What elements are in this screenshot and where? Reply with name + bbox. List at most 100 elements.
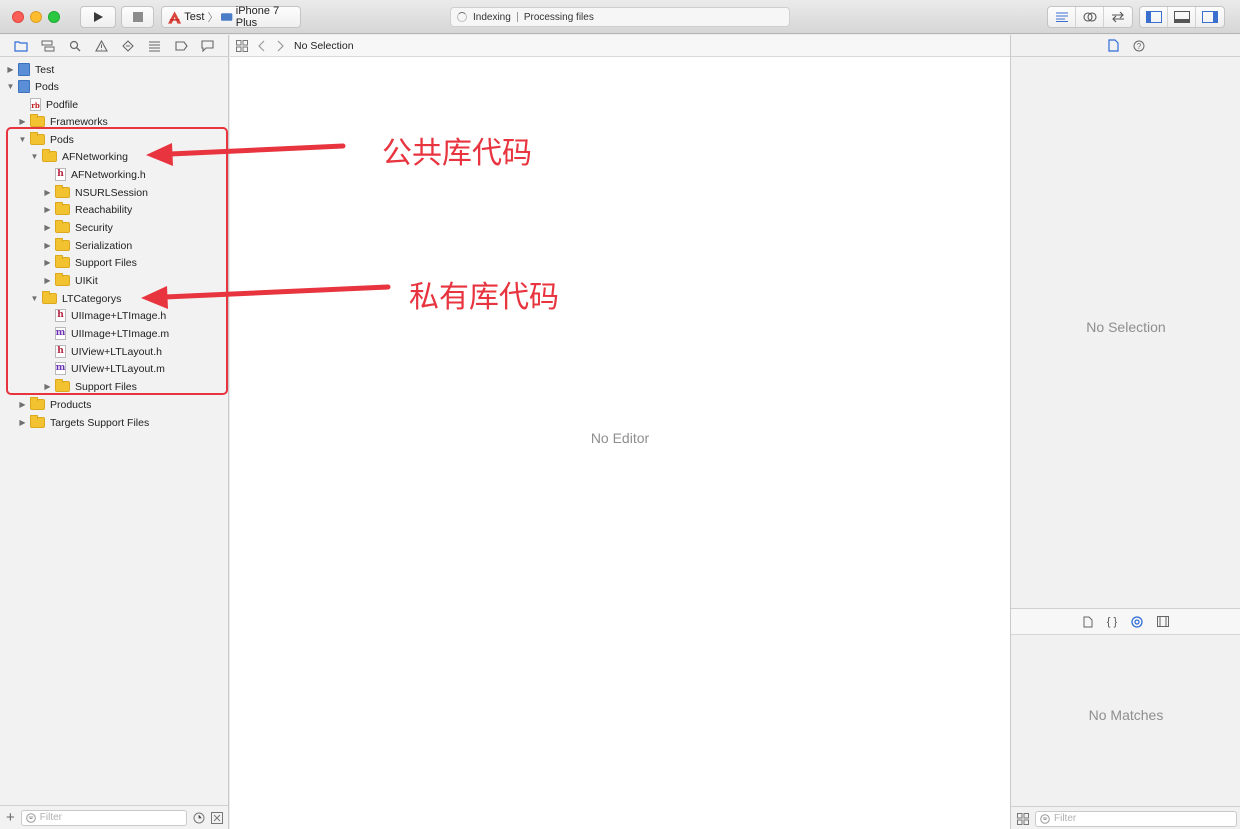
library-empty-label: No Matches xyxy=(1088,707,1164,723)
toggle-debug-area-button[interactable] xyxy=(1168,7,1196,27)
hierarchy-icon xyxy=(41,40,55,51)
scheme-name: Test xyxy=(184,11,205,23)
tree-row[interactable]: ▶ Products xyxy=(18,396,91,413)
library-panel: { } No Matches Filter xyxy=(1011,608,1240,829)
filter-icon xyxy=(1040,813,1050,824)
disclosure-collapsed-icon[interactable]: ▶ xyxy=(6,65,15,74)
toggle-utilities-button[interactable] xyxy=(1196,7,1224,27)
utilities-panel: ? No Selection { } No Matches Filter xyxy=(1010,35,1240,829)
issue-navigator-tab[interactable] xyxy=(92,38,110,54)
tree-row-label: Podfile xyxy=(46,98,79,111)
activity-status: Indexing xyxy=(473,11,511,23)
standard-editor-button[interactable] xyxy=(1048,7,1076,27)
left-panel-icon xyxy=(1145,11,1162,23)
recent-files-icon[interactable] xyxy=(193,812,205,824)
filter-icon xyxy=(25,812,36,823)
folder-icon xyxy=(30,114,45,127)
navigator-filter-bar: + Filter xyxy=(0,805,229,829)
folder-icon xyxy=(30,415,45,428)
spinner-icon xyxy=(457,12,467,22)
breakpoint-navigator-tab[interactable] xyxy=(172,38,190,54)
warning-icon xyxy=(94,39,108,52)
swap-arrows-icon xyxy=(1112,11,1124,23)
diamond-icon xyxy=(122,39,134,52)
chevron-right-icon[interactable] xyxy=(276,40,284,52)
stop-icon xyxy=(132,12,143,22)
view-toggle-control xyxy=(1139,6,1225,28)
private-code-annotation: 私有库代码 xyxy=(409,280,559,315)
svg-text:?: ? xyxy=(1136,42,1141,51)
tree-row-label: Targets Support Files xyxy=(50,416,150,429)
chevron-left-icon[interactable] xyxy=(258,40,266,52)
file-template-icon[interactable] xyxy=(1083,616,1093,628)
tree-row[interactable]: ▶ Test xyxy=(6,61,54,78)
tree-row-label: Frameworks xyxy=(50,115,108,128)
show-unsaved-icon[interactable] xyxy=(211,811,223,824)
tree-row[interactable]: ▼ Pods xyxy=(6,78,59,95)
quick-help-icon[interactable]: ? xyxy=(1133,40,1145,52)
library-tab-bar: { } xyxy=(1011,609,1240,635)
bottom-panel-icon xyxy=(1173,11,1190,23)
tree-row-label: Products xyxy=(50,398,92,411)
play-icon xyxy=(94,12,103,22)
related-items-grid-icon[interactable] xyxy=(236,39,248,52)
project-navigator-tab[interactable] xyxy=(12,38,30,54)
navigator-tab-bar xyxy=(0,35,229,57)
code-snippet-icon[interactable]: { } xyxy=(1107,616,1117,628)
navigator-filter-placeholder: Filter xyxy=(39,812,62,823)
toolbar: Test 〉 iPhone 7 Plus Indexing Processing… xyxy=(0,0,1240,34)
right-panel-icon xyxy=(1202,11,1218,23)
add-icon[interactable]: + xyxy=(6,809,15,826)
navigator-filter-field[interactable]: Filter xyxy=(20,809,187,826)
project-navigator: ▶ Test ▼ Pods rb Podfile ▶ Frameworks ▼ Pods ▼ AFNe… xyxy=(0,35,229,829)
library-filter-bar: Filter xyxy=(1011,806,1240,829)
no-editor-label: No Editor xyxy=(590,430,650,446)
annotation-highlight-box xyxy=(6,127,228,395)
disclosure-collapsed-icon[interactable]: ▶ xyxy=(18,400,27,409)
version-editor-button[interactable] xyxy=(1104,7,1132,27)
activity-divider xyxy=(516,12,518,22)
report-navigator-tab[interactable] xyxy=(199,38,217,54)
scheme-selector[interactable]: Test 〉 iPhone 7 Plus xyxy=(161,5,301,29)
close-window-button[interactable] xyxy=(12,11,24,23)
find-navigator-tab[interactable] xyxy=(66,38,84,54)
jump-bar-selection: No Selection xyxy=(294,39,354,52)
symbol-navigator-tab[interactable] xyxy=(39,38,57,54)
object-library-icon[interactable] xyxy=(1131,615,1143,628)
disclosure-collapsed-icon[interactable]: ▶ xyxy=(18,117,27,126)
editor-mode-control xyxy=(1047,6,1133,28)
grid-view-icon[interactable] xyxy=(1017,812,1029,825)
minimize-window-button[interactable] xyxy=(30,11,42,23)
test-navigator-tab[interactable] xyxy=(119,38,137,54)
folder-icon xyxy=(30,397,45,410)
inspector-empty-label: No Selection xyxy=(1086,319,1166,335)
tree-row[interactable]: ▶ Targets Support Files xyxy=(18,414,149,431)
project-icon xyxy=(18,63,30,76)
speech-bubble-icon xyxy=(201,39,214,52)
stop-button[interactable] xyxy=(121,6,154,28)
library-filter-field[interactable]: Filter xyxy=(1035,810,1237,827)
debug-navigator-tab[interactable] xyxy=(145,38,163,54)
disclosure-expanded-icon[interactable]: ▼ xyxy=(6,82,15,91)
tree-row[interactable]: rb Podfile xyxy=(18,96,78,113)
tree-row-label: Test xyxy=(35,63,55,76)
xcode-app-icon xyxy=(168,10,182,24)
file-inspector-icon[interactable] xyxy=(1107,39,1119,52)
public-code-annotation: 公共库代码 xyxy=(382,136,532,171)
magnifier-icon xyxy=(69,40,81,51)
jump-bar: No Selection xyxy=(230,35,1010,57)
zoom-window-button[interactable] xyxy=(48,11,60,23)
interlocking-rings-icon xyxy=(1082,12,1097,22)
toggle-navigator-button[interactable] xyxy=(1140,7,1168,27)
disclosure-collapsed-icon[interactable]: ▶ xyxy=(18,418,27,427)
run-button[interactable] xyxy=(80,6,116,28)
chevron-right-icon: 〉 xyxy=(207,12,219,24)
folder-icon xyxy=(14,40,28,52)
activity-viewer: Indexing Processing files xyxy=(450,7,790,27)
media-library-icon[interactable] xyxy=(1157,616,1170,627)
library-filter-placeholder: Filter xyxy=(1054,813,1077,824)
project-icon xyxy=(18,80,30,93)
activity-detail: Processing files xyxy=(523,11,594,23)
assistant-editor-button[interactable] xyxy=(1076,7,1104,27)
